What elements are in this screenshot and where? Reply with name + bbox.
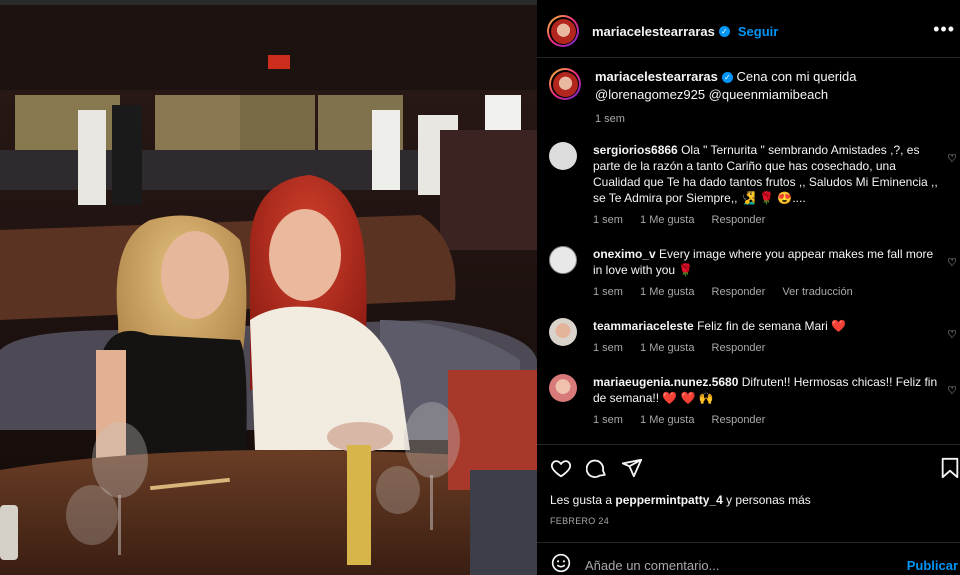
post-header: mariacelestearraras ✓ Seguir ••• [537,5,960,58]
reply-button[interactable]: Responder [712,414,766,426]
author-avatar[interactable] [547,15,579,47]
comment-time[interactable]: 1 sem [593,414,623,426]
comment-likes[interactable]: 1 Me gusta [640,286,694,298]
comment-likes[interactable]: 1 Me gusta [640,214,694,226]
commenter-avatar[interactable] [549,318,577,346]
comment-like-heart-icon[interactable]: ♡ [947,152,957,165]
comment-like-heart-icon[interactable]: ♡ [947,384,957,397]
post-actions-bar [537,444,960,485]
post-photo[interactable] [0,0,537,575]
commenter-avatar[interactable] [549,374,577,402]
comment-likes[interactable]: 1 Me gusta [640,342,694,354]
author-username[interactable]: mariacelestearraras [592,24,715,39]
caption-username[interactable]: mariacelestearraras [595,69,718,84]
comment-username[interactable]: sergiorios6866 [593,143,678,157]
comment-time[interactable]: 1 sem [593,214,623,226]
comment-item: oneximo_v Every image where you appear m… [549,246,960,300]
commenter-avatar[interactable] [549,142,577,170]
comment-icon[interactable] [585,457,608,485]
bookmark-icon[interactable] [940,457,960,485]
publish-button[interactable]: Publicar [907,558,958,573]
see-translation-button[interactable]: Ver traducción [782,286,852,298]
comment-username[interactable]: oneximo_v [593,247,656,261]
comment-input[interactable]: Añade un comentario... [585,558,719,573]
comment-text: Feliz fin de semana Mari ❤️ [697,319,847,333]
emoji-icon[interactable] [551,553,571,575]
comment-item: sergiorios6866 Ola " Ternurita " sembran… [549,142,960,228]
reply-button[interactable]: Responder [712,214,766,226]
likes-summary[interactable]: Les gusta a peppermintpatty_4 y personas… [550,493,811,507]
comment-item: mariaeugenia.nunez.5680 Difruten!! Hermo… [549,374,960,428]
reply-button[interactable]: Responder [712,286,766,298]
post-date[interactable]: FEBRERO 24 [550,516,609,526]
heart-icon[interactable] [550,457,572,485]
comment-like-heart-icon[interactable]: ♡ [947,328,957,341]
comment-likes[interactable]: 1 Me gusta [640,414,694,426]
likes-prefix: Les gusta a [550,493,616,507]
follow-button[interactable]: Seguir [738,24,778,39]
comments-list: sergiorios6866 Ola " Ternurita " sembran… [549,142,960,446]
comment-time[interactable]: 1 sem [593,286,623,298]
likes-user[interactable]: peppermintpatty_4 [615,493,722,507]
comment-time[interactable]: 1 sem [593,342,623,354]
reply-button[interactable]: Responder [712,342,766,354]
verified-badge-icon: ✓ [718,25,730,37]
likes-suffix: y personas más [722,493,811,507]
comment-item: teammariaceleste Feliz fin de semana Mar… [549,318,960,356]
caption-avatar[interactable] [549,68,581,100]
add-comment-bar: Añade un comentario... Publicar [537,542,960,575]
comment-like-heart-icon[interactable]: ♡ [947,256,957,269]
comment-username[interactable]: teammariaceleste [593,319,694,333]
comment-username[interactable]: mariaeugenia.nunez.5680 [593,375,738,389]
caption-time[interactable]: 1 sem [595,113,625,125]
commenter-avatar[interactable] [549,246,577,274]
post-caption: mariacelestearraras ✓ Cena con mi querida… [549,68,949,128]
verified-badge-icon: ✓ [721,72,733,84]
share-icon[interactable] [621,457,643,485]
more-options-icon[interactable]: ••• [933,19,955,40]
post-detail-panel: mariacelestearraras ✓ Seguir ••• mariace… [537,0,960,575]
